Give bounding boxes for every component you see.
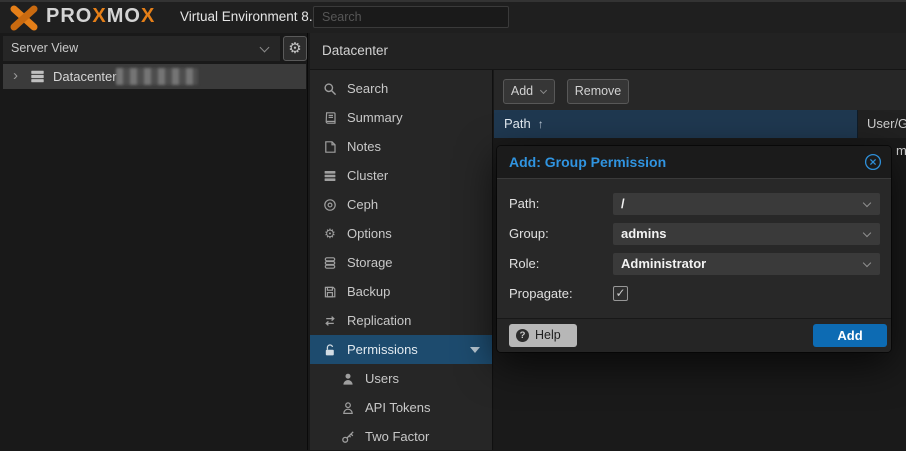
user-outline-icon (341, 401, 355, 415)
nav-item-summary[interactable]: Summary (310, 103, 492, 132)
content-toolbar: Add Remove (494, 70, 906, 110)
nav-item-api-tokens[interactable]: API Tokens (310, 393, 492, 422)
brand-wordmark: PROXMOX (46, 5, 155, 28)
help-button[interactable]: ? Help (509, 324, 577, 347)
role-field-label: Role: (509, 253, 609, 275)
dialog-add-button[interactable]: Add (813, 324, 887, 347)
column-header-path[interactable]: Path↑ (494, 110, 858, 138)
propagate-field-label: Propagate: (509, 283, 609, 305)
redacted-node-name (116, 68, 198, 85)
close-icon[interactable] (864, 153, 882, 171)
check-icon: ✓ (615, 286, 625, 300)
nav-item-label: Users (365, 371, 399, 386)
global-search-input[interactable] (313, 6, 509, 28)
group-field-label: Group: (509, 223, 609, 245)
nav-item-permissions[interactable]: Permissions (310, 335, 492, 364)
gear-icon: ⚙ (288, 40, 301, 57)
book-icon (323, 111, 337, 125)
nav-item-two-factor[interactable]: Two Factor (310, 422, 492, 451)
nav-item-label: Backup (347, 284, 390, 299)
tree-node-datacenter[interactable]: › Datacenter (3, 64, 306, 89)
ceph-icon (323, 198, 337, 212)
add-dropdown-button[interactable]: Add (503, 79, 555, 104)
nav-item-label: Cluster (347, 168, 388, 183)
key-icon (341, 430, 355, 444)
view-selector-label: Server View (11, 41, 78, 55)
propagate-checkbox[interactable]: ✓ (613, 286, 628, 301)
note-icon (323, 140, 337, 154)
nav-item-label: Two Factor (365, 429, 429, 444)
role-select[interactable]: Administrator (613, 253, 880, 275)
cluster-icon (323, 169, 337, 183)
nav-item-storage[interactable]: Storage (310, 248, 492, 277)
view-selector[interactable]: Server View (3, 36, 280, 61)
page-title: Datacenter (322, 43, 388, 58)
column-header-user-group[interactable]: User/G (859, 110, 906, 138)
replication-arrows-icon (323, 314, 337, 328)
search-icon (323, 82, 337, 96)
floppy-disk-icon (323, 285, 337, 299)
chevron-down-icon (260, 43, 270, 53)
tree-settings-button[interactable]: ⚙ (283, 36, 307, 61)
server-stack-icon (30, 69, 45, 84)
version-subtitle: Virtual Environment 8.2.4 (180, 9, 331, 24)
path-select[interactable]: / (613, 193, 880, 215)
nav-item-label: Permissions (347, 342, 418, 357)
nav-item-label: Search (347, 81, 388, 96)
datacenter-nav-panel: Search Summary Notes Cluster (310, 70, 493, 450)
nav-item-label: Replication (347, 313, 411, 328)
nav-item-users[interactable]: Users (310, 364, 492, 393)
nav-item-label: Storage (347, 255, 393, 270)
nav-item-label: Notes (347, 139, 381, 154)
nav-item-options[interactable]: ⚙ Options (310, 219, 492, 248)
gear-icon: ⚙ (323, 227, 337, 241)
table-row[interactable]: m (896, 143, 906, 158)
dialog-footer: ? Help Add (497, 318, 891, 352)
unlock-icon (323, 343, 337, 357)
page-header: Datacenter (310, 33, 906, 70)
expander-icon[interactable]: › (13, 63, 18, 88)
top-bar: PROXMOX Virtual Environment 8.2.4 (0, 0, 906, 33)
user-icon (341, 372, 355, 386)
dialog-body: Path: / Group: admins Role: Administrato… (497, 178, 891, 318)
group-select[interactable]: admins (613, 223, 880, 245)
storage-icon (323, 256, 337, 270)
proxmox-logo-icon (8, 4, 40, 32)
chevron-down-icon (540, 87, 547, 94)
nav-item-label: Summary (347, 110, 403, 125)
nav-item-replication[interactable]: Replication (310, 306, 492, 335)
nav-item-label: Options (347, 226, 392, 241)
nav-item-label: Ceph (347, 197, 378, 212)
resource-tree-panel: Server View ⚙ › Datacenter (0, 33, 308, 450)
nav-item-ceph[interactable]: Ceph (310, 190, 492, 219)
nav-item-cluster[interactable]: Cluster (310, 161, 492, 190)
permissions-table-header: Path↑ User/G (494, 110, 906, 138)
question-mark-icon: ? (516, 329, 529, 342)
path-field-label: Path: (509, 193, 609, 215)
tree-node-label: Datacenter (53, 64, 117, 89)
caret-down-icon (470, 347, 480, 353)
sort-ascending-icon: ↑ (538, 117, 544, 131)
add-group-permission-dialog: Add: Group Permission Path: / Group: adm… (497, 146, 891, 352)
dialog-title: Add: Group Permission (509, 154, 666, 170)
nav-item-notes[interactable]: Notes (310, 132, 492, 161)
nav-item-label: API Tokens (365, 400, 431, 415)
nav-item-search[interactable]: Search (310, 74, 492, 103)
nav-item-backup[interactable]: Backup (310, 277, 492, 306)
dialog-titlebar[interactable]: Add: Group Permission (497, 146, 891, 178)
remove-button[interactable]: Remove (567, 79, 629, 104)
